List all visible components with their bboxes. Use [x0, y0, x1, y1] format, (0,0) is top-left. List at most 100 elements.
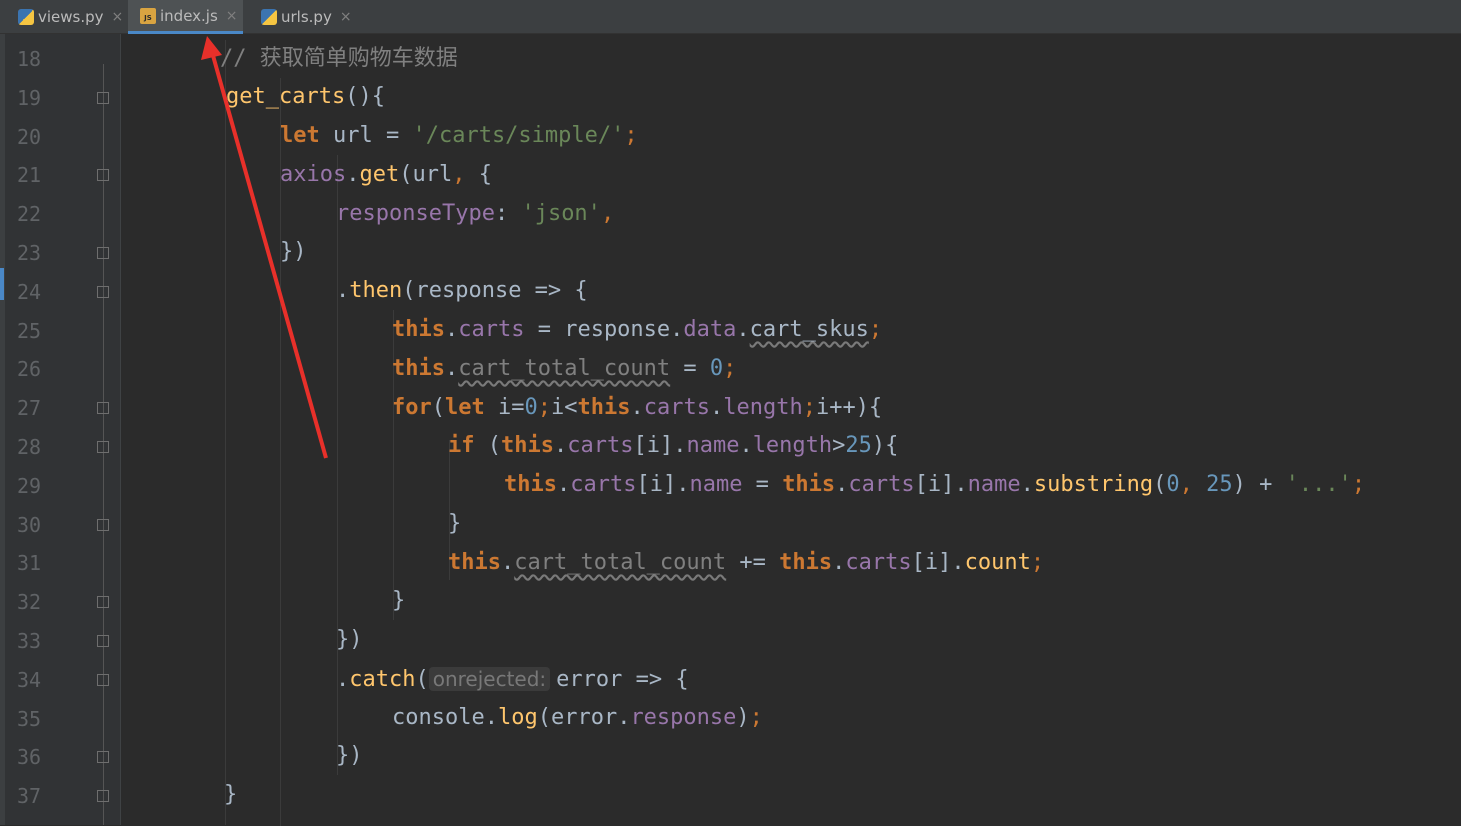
- code-line-26: this.cart_total_count = 0;: [392, 350, 736, 388]
- fold-collapse-icon[interactable]: [97, 441, 109, 453]
- property: responseType: [336, 201, 495, 226]
- keyword-for: for: [392, 395, 432, 420]
- left-tool-strip-marker[interactable]: [0, 268, 4, 300]
- fold-collapse-icon[interactable]: [97, 285, 109, 298]
- keyword-this: this: [779, 550, 833, 575]
- gutter-divider: [120, 34, 121, 825]
- line-number: 24: [17, 279, 42, 304]
- fold-collapse-icon[interactable]: [97, 402, 109, 415]
- code-token: .: [1020, 472, 1034, 497]
- number-literal: 25: [1206, 472, 1233, 497]
- property: count: [964, 550, 1031, 575]
- code-token: (error.: [537, 705, 631, 730]
- close-icon[interactable]: ×: [226, 8, 238, 24]
- code-token: (url: [399, 162, 453, 187]
- python-file-icon: [18, 9, 34, 25]
- python-file-icon: [261, 9, 277, 25]
- line-number: 37: [17, 784, 42, 809]
- fold-end-icon[interactable]: [97, 596, 109, 609]
- tab-label: urls.py: [281, 8, 332, 26]
- code-token: +=: [726, 550, 780, 575]
- function-call: log: [497, 705, 538, 730]
- function-call: catch: [349, 667, 416, 692]
- number-literal: 0: [709, 356, 724, 381]
- line-number: 19: [17, 85, 42, 110]
- code-line-30: }: [448, 505, 461, 543]
- code-line-36: }): [336, 737, 363, 775]
- code-token: }): [336, 627, 363, 652]
- fold-collapse-icon[interactable]: [97, 673, 109, 686]
- number-literal: 25: [845, 433, 872, 458]
- tab-index-js[interactable]: JS index.js ×: [128, 0, 243, 34]
- line-number: 35: [17, 706, 42, 731]
- code-token: console: [392, 705, 485, 730]
- code-token: (response => {: [402, 278, 588, 303]
- number-literal: 0: [524, 395, 538, 420]
- tab-views-py[interactable]: views.py ×: [0, 0, 128, 34]
- tab-label: index.js: [160, 6, 218, 25]
- fold-end-icon[interactable]: [97, 518, 109, 531]
- code-token: }): [280, 239, 307, 264]
- code-token: ){: [871, 433, 899, 458]
- code-line-23: }): [280, 233, 307, 271]
- code-token: .: [739, 433, 753, 458]
- code-line-24: .then(response => {: [336, 272, 588, 310]
- code-line-35: console.log(error.response);: [392, 699, 763, 737]
- line-number: 28: [17, 435, 42, 459]
- code-token: =: [670, 356, 710, 381]
- code-token: }: [392, 588, 406, 613]
- fold-end-icon[interactable]: [97, 247, 109, 259]
- line-number: 29: [17, 473, 42, 498]
- property: name: [967, 472, 1021, 497]
- method-name: get_carts: [226, 84, 346, 109]
- code-token: (: [431, 395, 445, 420]
- close-icon[interactable]: ×: [112, 9, 124, 25]
- code-token: (){: [345, 84, 385, 109]
- comma: ,: [452, 162, 466, 187]
- function-call: substring: [1033, 472, 1154, 497]
- code-token: (: [474, 433, 501, 458]
- fold-collapse-icon[interactable]: [97, 169, 109, 182]
- fold-end-icon[interactable]: [97, 751, 109, 764]
- code-token: .: [553, 433, 568, 458]
- keyword-this: this: [782, 472, 836, 497]
- code-token: [i].: [914, 472, 968, 497]
- line-number: 21: [17, 163, 42, 188]
- code-token: .: [832, 550, 846, 575]
- fold-end-icon[interactable]: [97, 635, 109, 647]
- keyword-this: this: [501, 433, 554, 458]
- fold-end-icon[interactable]: [97, 790, 109, 803]
- string-literal: 'json': [521, 201, 601, 226]
- code-token: .: [500, 550, 515, 575]
- keyword-this: this: [577, 395, 631, 420]
- code-token: .: [444, 356, 459, 381]
- line-number: 32: [17, 590, 42, 615]
- code-line-28: if (this.carts[i].name.length>25){: [448, 427, 898, 465]
- property: length: [723, 395, 803, 420]
- property: carts: [567, 433, 634, 458]
- keyword-this: this: [392, 317, 445, 342]
- tab-label: views.py: [38, 8, 104, 26]
- property: carts: [570, 472, 637, 497]
- code-line-21: axios.get(url, {: [280, 156, 492, 194]
- semicolon: ;: [1351, 472, 1366, 497]
- semicolon: ;: [868, 317, 883, 342]
- close-icon[interactable]: ×: [340, 9, 352, 25]
- string-literal: '/carts/simple/': [412, 123, 625, 148]
- code-line-22: responseType: 'json',: [336, 195, 614, 233]
- property: carts: [643, 395, 710, 420]
- code-token: i++){: [815, 395, 883, 420]
- semicolon: ;: [624, 123, 638, 148]
- keyword: let: [280, 123, 320, 148]
- code-token: }): [336, 743, 363, 768]
- code-token: }: [448, 511, 462, 536]
- code-line-34: .catch(onrejected: error => {: [336, 660, 689, 698]
- code-token: url =: [319, 123, 413, 148]
- tab-urls-py[interactable]: urls.py ×: [243, 0, 358, 34]
- line-number: 22: [17, 202, 42, 227]
- code-line-32: }: [392, 582, 405, 620]
- fold-collapse-icon[interactable]: [97, 91, 109, 104]
- property: data: [683, 317, 737, 342]
- line-number: 34: [17, 667, 42, 692]
- line-number: 31: [17, 551, 42, 576]
